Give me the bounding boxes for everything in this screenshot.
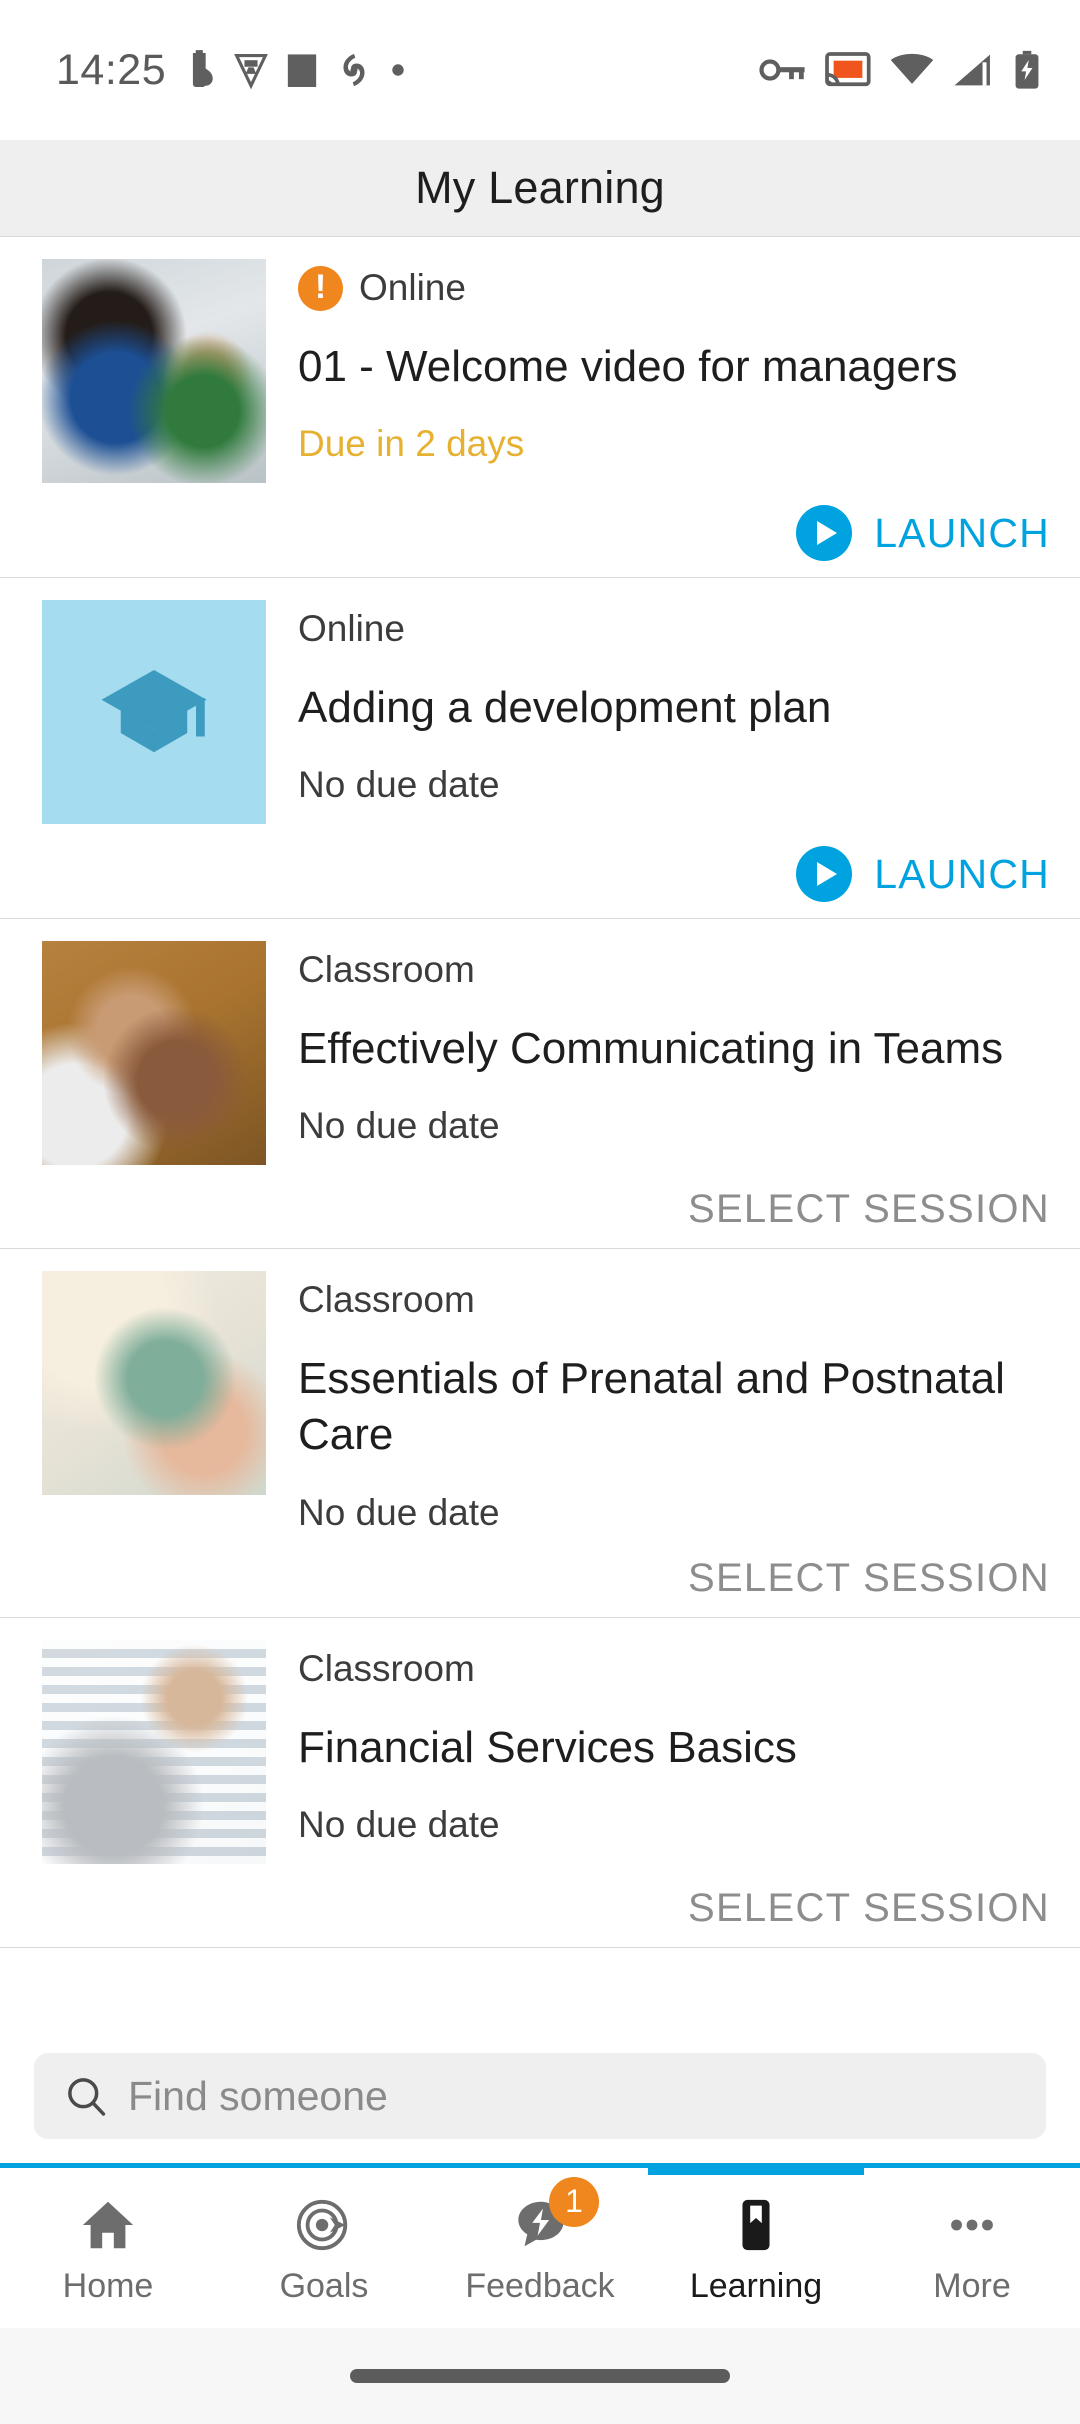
search-input[interactable] [128,2072,1016,2120]
course-type: Classroom [298,1279,475,1320]
course-type-row: Classroom [298,1275,1050,1325]
course-due-date: No due date [298,1491,500,1533]
sync-icon [343,53,365,87]
notification-badge: 1 [549,2176,599,2227]
course-thumbnail [42,1639,266,1864]
target-icon [295,2191,353,2253]
nav-item-home[interactable]: Home [0,2191,216,2306]
course-due-date: No due date [298,1105,500,1147]
search-section [0,2035,1080,2163]
course-card-row: Online Adding a development plan No due … [42,600,1050,824]
square-icon [287,54,317,87]
nav-item-goals[interactable]: Goals [216,2191,432,2306]
launch-label: LAUNCH [874,509,1050,556]
course-thumbnail-placeholder [42,600,266,824]
course-details: ! Online 01 - Welcome video for managers… [266,259,1050,465]
course-details: Classroom Financial Services Basics No d… [266,1640,1050,1846]
status-bar-left: 14:25 [56,46,407,95]
course-type: Classroom [298,1647,475,1689]
course-due-date: No due date [298,764,500,806]
course-title: Effectively Communicating in Teams [298,1024,1004,1073]
course-type-row: ! Online [298,263,1050,313]
page-header: My Learning [0,140,1080,237]
status-bar-right [758,50,1042,90]
course-card[interactable]: ! Online 01 - Welcome video for managers… [0,237,1080,578]
signal-icon [954,54,990,86]
course-action-row: SELECT SESSION [42,1556,1050,1601]
select-session-button[interactable]: SELECT SESSION [688,1886,1050,1931]
more-dots-icon [943,2191,1001,2253]
course-action-row: SELECT SESSION [42,1187,1050,1232]
nav-label-goals: Goals [279,2266,369,2305]
course-type-row: Classroom [298,945,1050,995]
nav-item-learning[interactable]: Learning [648,2191,864,2306]
course-due-date: No due date [298,1803,500,1845]
system-gesture-bar [0,2328,1080,2424]
wifi-icon [890,53,934,84]
status-bar: 14:25 [0,0,1080,140]
course-action-row: SELECT SESSION [42,1886,1050,1931]
course-type: Online [359,267,466,308]
nav-item-feedback[interactable]: 1 Feedback [432,2176,648,2306]
course-title: 01 - Welcome video for managers [298,342,958,391]
course-card[interactable]: Online Adding a development plan No due … [0,578,1080,919]
search-icon [68,2078,106,2116]
course-title: Adding a development plan [298,683,832,732]
battery-saver-icon [193,50,213,87]
launch-button[interactable]: LAUNCH [796,846,1050,902]
select-session-button[interactable]: SELECT SESSION [688,1187,1050,1232]
bottom-navigation: Home Goals 1 Feedback Learning More [0,2163,1080,2328]
graduation-cap-icon [101,670,207,753]
bottom-nav-bar: Home Goals 1 Feedback Learning More [0,2168,1080,2328]
course-type-row: Classroom [298,1644,1050,1694]
course-type-row: Online [298,604,1050,654]
page-title: My Learning [415,162,665,213]
launch-label: LAUNCH [874,850,1050,897]
alert-icon: ! [298,265,343,311]
play-icon [796,505,853,561]
course-list: ! Online 01 - Welcome video for managers… [0,237,1080,2035]
nav-label-feedback: Feedback [465,2266,615,2305]
course-card-row: Classroom Financial Services Basics No d… [42,1639,1050,1864]
course-thumbnail [42,941,266,1165]
course-details: Classroom Effectively Communicating in T… [266,941,1050,1147]
bookmark-icon [727,2191,785,2253]
shield-icon [234,54,268,90]
course-title: Financial Services Basics [298,1722,797,1772]
course-details: Classroom Essentials of Prenatal and Pos… [266,1271,1050,1534]
course-thumbnail [42,259,266,483]
course-type: Classroom [298,949,475,990]
course-details: Online Adding a development plan No due … [266,600,1050,806]
launch-button[interactable]: LAUNCH [796,505,1050,561]
app-screen: 14:25 My Learning ! Online 01 - Welcome … [0,0,1080,2424]
course-card-row: Classroom Effectively Communicating in T… [42,941,1050,1165]
dot-icon [392,64,404,76]
home-icon [79,2191,137,2253]
course-action-row: LAUNCH [42,505,1050,561]
feedback-icon: 1 [511,2176,599,2253]
course-card[interactable]: Classroom Essentials of Prenatal and Pos… [0,1249,1080,1618]
cast-icon [825,52,871,87]
search-bar[interactable] [34,2053,1046,2139]
active-tab-indicator [648,2163,864,2175]
course-card-row: ! Online 01 - Welcome video for managers… [42,259,1050,483]
course-type: Online [298,608,405,649]
battery-charging-icon [1015,50,1039,89]
select-session-button[interactable]: SELECT SESSION [688,1556,1050,1601]
course-due-date: Due in 2 days [298,423,525,465]
nav-label-more: More [933,2266,1011,2305]
gesture-pill[interactable] [350,2369,730,2383]
course-card[interactable]: Classroom Effectively Communicating in T… [0,919,1080,1249]
course-card-row: Classroom Essentials of Prenatal and Pos… [42,1271,1050,1534]
nav-item-more[interactable]: More [864,2191,1080,2306]
course-title: Essentials of Prenatal and Postnatal Car… [298,1354,1005,1460]
course-thumbnail [42,1271,266,1495]
nav-label-home: Home [62,2266,154,2305]
status-time: 14:25 [56,45,167,94]
course-action-row: LAUNCH [42,846,1050,902]
play-icon [796,846,853,902]
nav-label-learning: Learning [689,2266,823,2305]
course-card[interactable]: Classroom Financial Services Basics No d… [0,1618,1080,1948]
vpn-key-icon [759,59,805,81]
